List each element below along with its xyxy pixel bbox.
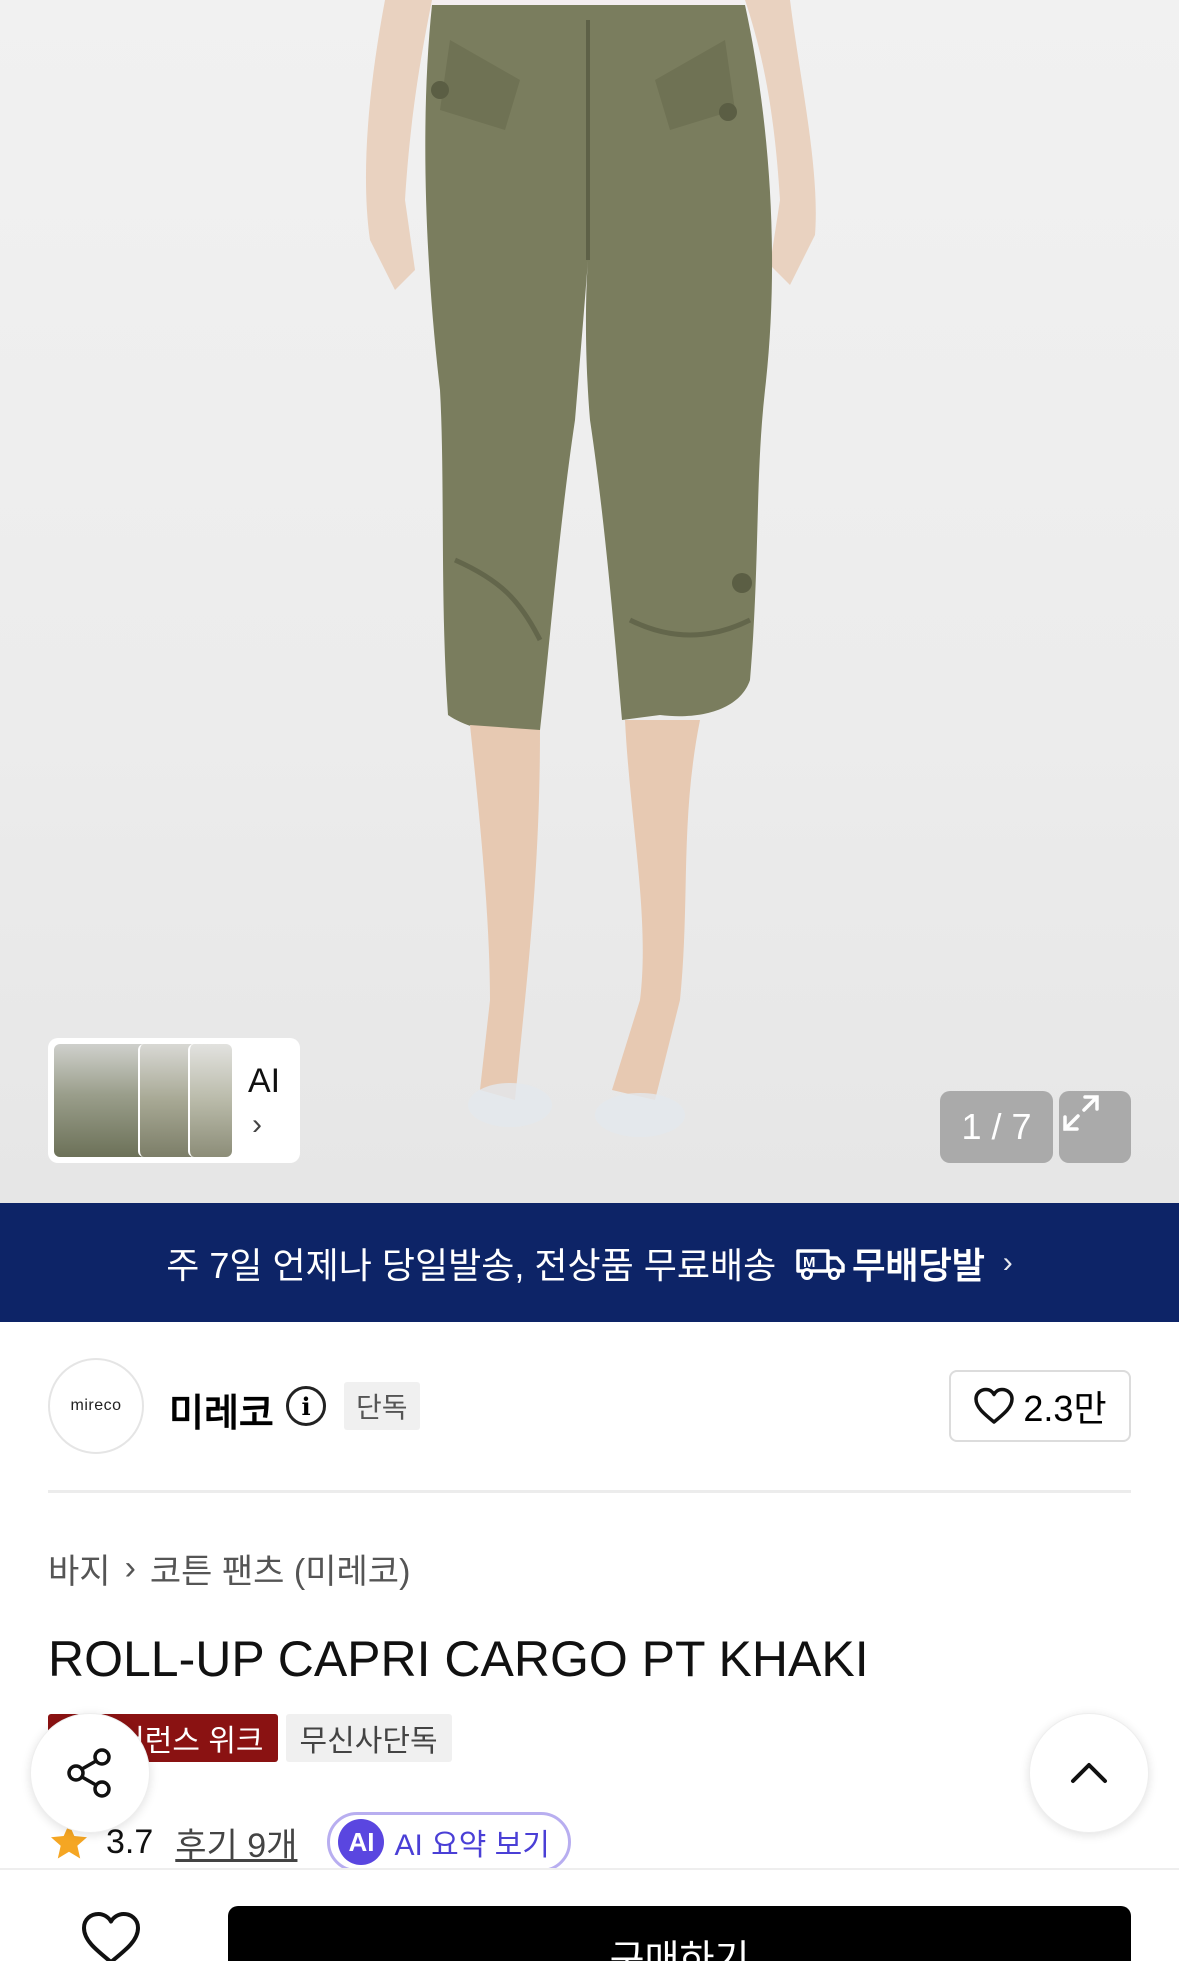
rating-row: 3.7 후기 9개 AI AI 요약 보기 bbox=[48, 1812, 571, 1872]
share-icon bbox=[67, 1748, 111, 1798]
divider bbox=[48, 1490, 1131, 1493]
ai-similar-thumbnail-card[interactable]: AI › bbox=[48, 1038, 300, 1163]
expand-icon bbox=[1063, 1095, 1099, 1131]
share-button[interactable] bbox=[30, 1713, 150, 1833]
thumbnail-ai-label: AI bbox=[248, 1062, 281, 1100]
ai-summary-button[interactable]: AI AI 요약 보기 bbox=[327, 1812, 571, 1872]
brand-logo[interactable]: mireco bbox=[48, 1358, 144, 1454]
image-counter: 1 / 7 bbox=[940, 1091, 1053, 1163]
expand-button[interactable] bbox=[1059, 1091, 1131, 1163]
chevron-up-icon bbox=[1071, 1763, 1107, 1783]
breadcrumb: 바지 › 코튼 팬츠 (미레코) bbox=[48, 1544, 410, 1593]
heart-icon bbox=[974, 1387, 1015, 1424]
chevron-right-icon: › bbox=[124, 1549, 136, 1587]
ai-summary-label: AI 요약 보기 bbox=[394, 1829, 550, 1862]
buy-button[interactable]: 구매하기 bbox=[228, 1906, 1131, 1961]
review-count-link[interactable]: 후기 9개 bbox=[175, 1818, 297, 1867]
bottom-action-bar: 구매하기 bbox=[0, 1868, 1179, 1961]
breadcrumb-category[interactable]: 바지 bbox=[48, 1544, 111, 1593]
delivery-banner[interactable]: 주 7일 언제나 당일발송, 전상품 무료배송 M 무배당발 › bbox=[0, 1203, 1179, 1322]
brand-name[interactable]: 미레코 bbox=[169, 1382, 274, 1437]
free-delivery-badge: M 무배당발 bbox=[794, 1237, 985, 1289]
ai-badge-icon: AI bbox=[338, 1819, 385, 1865]
free-delivery-label: 무배당발 bbox=[852, 1244, 985, 1286]
product-title: ROLL-UP CAPRI CARGO PT KHAKI bbox=[48, 1631, 869, 1687]
chevron-right-icon: › bbox=[1002, 1245, 1013, 1279]
wishlist-button[interactable] bbox=[80, 1910, 142, 1961]
product-image-gallery[interactable]: AI › 1 / 7 bbox=[0, 0, 1179, 1203]
exclusive-tag: 단독 bbox=[344, 1382, 420, 1430]
breadcrumb-subcategory[interactable]: 코튼 팬츠 (미레코) bbox=[150, 1544, 411, 1593]
svg-text:M: M bbox=[803, 1254, 816, 1271]
info-icon[interactable]: i bbox=[286, 1386, 326, 1426]
scroll-to-top-button[interactable] bbox=[1029, 1713, 1149, 1833]
delivery-truck-icon: M bbox=[796, 1248, 845, 1280]
thumbnail-image bbox=[188, 1044, 232, 1157]
chevron-right-icon: › bbox=[252, 1108, 262, 1141]
heart-icon bbox=[82, 1912, 140, 1961]
product-photo bbox=[365, 0, 816, 1137]
brand-row: mireco 미레코 i 단독 2.3만 bbox=[48, 1358, 1131, 1456]
banner-text: 주 7일 언제나 당일발송, 전상품 무료배송 bbox=[166, 1244, 777, 1286]
like-count: 2.3만 bbox=[1023, 1388, 1107, 1429]
brand-like-button[interactable]: 2.3만 bbox=[949, 1370, 1131, 1442]
musinsa-exclusive-tag: 무신사단독 bbox=[285, 1714, 452, 1762]
